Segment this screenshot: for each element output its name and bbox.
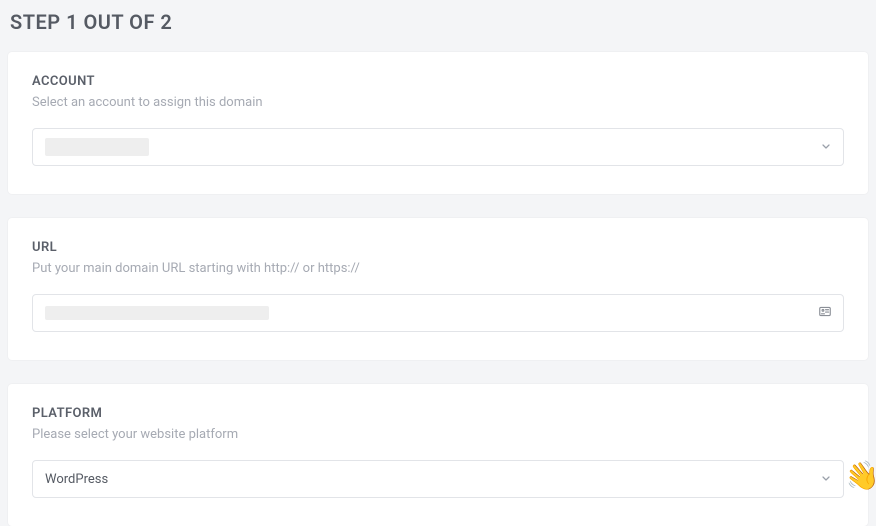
platform-selected-value: WordPress	[45, 472, 108, 487]
url-title: URL	[32, 240, 844, 255]
platform-select[interactable]: WordPress	[32, 460, 844, 498]
account-selected-value	[45, 138, 149, 156]
url-input-value	[45, 306, 269, 320]
url-input[interactable]	[32, 294, 844, 332]
platform-subtitle: Please select your website platform	[32, 427, 844, 442]
account-title: ACCOUNT	[32, 74, 844, 89]
platform-card: PLATFORM Please select your website plat…	[8, 384, 868, 526]
wave-icon[interactable]: 👋	[843, 457, 876, 496]
account-card: ACCOUNT Select an account to assign this…	[8, 52, 868, 194]
step-title: STEP 1 OUT OF 2	[10, 10, 868, 34]
account-subtitle: Select an account to assign this domain	[32, 95, 844, 110]
url-subtitle: Put your main domain URL starting with h…	[32, 261, 844, 276]
url-card: URL Put your main domain URL starting wi…	[8, 218, 868, 360]
account-select[interactable]	[32, 128, 844, 166]
platform-title: PLATFORM	[32, 406, 844, 421]
